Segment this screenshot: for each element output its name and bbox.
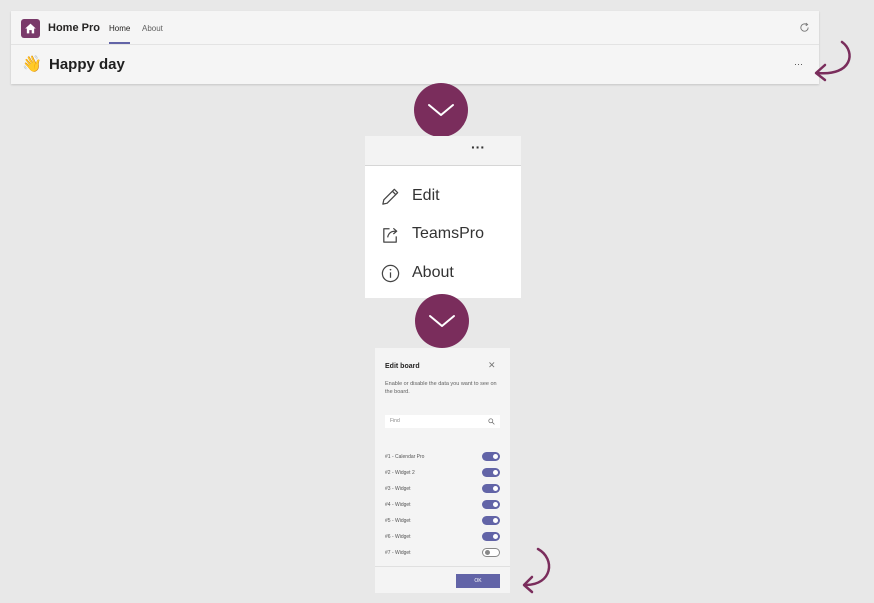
chevron-down-icon [415,294,469,348]
ok-button[interactable]: OK [456,574,500,588]
list-item-label: #2 - Widget 2 [385,470,415,476]
share-icon [383,227,398,243]
list-item-label: #7 - Widget [385,550,411,556]
dialog-footer: OK [375,566,510,593]
info-icon [381,264,400,283]
dialog-title: Edit board [385,363,420,370]
list-item: #4 - Widget [385,499,500,511]
tab-about[interactable]: About [142,24,163,33]
toggle-switch[interactable] [482,516,500,525]
toggle-switch[interactable] [482,452,500,461]
more-options-menu: ··· Edit TeamsPro About [365,136,521,298]
list-item-label: #6 - Widget [385,534,411,540]
chevron-down-icon [414,83,468,137]
list-item-label: #4 - Widget [385,502,411,508]
refresh-icon[interactable] [799,22,810,33]
app-home-icon[interactable] [21,19,40,38]
menu-item-about[interactable]: About [365,255,521,289]
toggle-switch[interactable] [482,548,500,557]
list-item: #5 - Widget [385,515,500,527]
app-name: Home Pro [48,22,100,34]
menu-item-teamspro[interactable]: TeamsPro [365,216,521,250]
menu-item-label: Edit [412,187,440,204]
more-options-button[interactable]: ··· [471,139,485,155]
curved-arrow-icon [814,40,851,82]
wave-emoji-icon: 👋 [22,56,42,73]
toggle-switch[interactable] [482,468,500,477]
list-item: #3 - Widget [385,483,500,495]
page-title: Happy day [49,56,125,73]
close-icon[interactable]: ✕ [488,360,496,371]
list-item: #1 - Calendar Pro [385,451,500,463]
title-bar: 👋 Happy day ··· [11,46,819,84]
edit-board-dialog: Edit board ✕ Enable or disable the data … [375,348,510,593]
list-item-label: #5 - Widget [385,518,411,524]
search-placeholder: Find [390,418,400,424]
more-options-button[interactable]: ··· [794,59,803,69]
menu-item-label: TeamsPro [412,225,485,242]
top-bar: Home Pro Home About [11,11,819,45]
app-panel: Home Pro Home About 👋 Happy day ··· [11,11,819,84]
dialog-description: Enable or disable the data you want to s… [385,381,497,395]
menu-item-edit[interactable]: Edit [365,178,521,212]
toggle-switch[interactable] [482,484,500,493]
list-item-label: #3 - Widget [385,486,411,492]
menu-header: ··· [365,136,521,166]
pencil-icon [382,188,399,205]
search-input[interactable]: Find [385,415,500,428]
search-icon [488,418,495,425]
tab-home[interactable]: Home [109,24,131,44]
curved-arrow-icon [522,547,551,594]
toggle-switch[interactable] [482,532,500,541]
list-item: #2 - Widget 2 [385,467,500,479]
list-item: #6 - Widget [385,531,500,543]
toggle-switch[interactable] [482,500,500,509]
list-item: #7 - Widget [385,547,500,559]
menu-item-label: About [412,264,454,281]
list-item-label: #1 - Calendar Pro [385,454,425,460]
